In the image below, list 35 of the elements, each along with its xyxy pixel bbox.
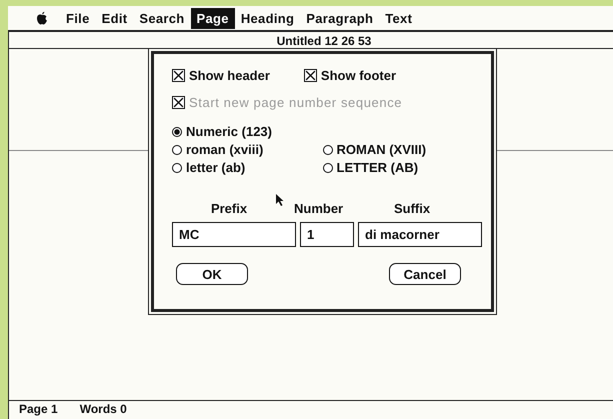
radio-label: Numeric (123)	[186, 124, 272, 139]
window-title: Untitled 12 26 53	[276, 34, 372, 48]
radio-label: letter (ab)	[186, 160, 246, 175]
menu-item[interactable]: Page	[190, 8, 235, 28]
checkbox-label: Show header	[189, 68, 270, 83]
radio-button[interactable]	[172, 144, 182, 154]
radio-button[interactable]	[322, 162, 332, 172]
field-label: Suffix	[392, 201, 432, 216]
menu-item[interactable]: Heading	[234, 8, 300, 28]
checkbox[interactable]	[304, 69, 317, 82]
pointer-cursor-icon	[275, 193, 285, 207]
word-count: Words 0	[80, 402, 127, 416]
radio-button[interactable]	[172, 162, 182, 172]
menu-item[interactable]: File	[60, 8, 96, 28]
field-label: Number	[293, 201, 344, 216]
checkbox-label: Start new page number sequence	[189, 95, 402, 110]
apple-icon[interactable]	[36, 11, 48, 25]
checkbox-label: Show footer	[320, 68, 396, 83]
radio-label: LETTER (AB)	[336, 160, 418, 175]
radio-button[interactable]	[172, 126, 182, 136]
menu-item[interactable]: Search	[133, 8, 191, 28]
dialog-button[interactable]: Cancel	[389, 263, 461, 285]
field-label: Prefix	[210, 201, 248, 216]
radio-button[interactable]	[322, 144, 332, 154]
input-field[interactable]: MC	[172, 222, 296, 247]
page-count: Page 1	[19, 402, 58, 416]
dialog-button[interactable]: OK	[176, 263, 248, 285]
radio-label: ROMAN (XVIII)	[336, 142, 426, 157]
menu-item[interactable]: Edit	[96, 8, 134, 28]
input-field[interactable]: di macorner	[358, 222, 482, 247]
checkbox[interactable]	[172, 69, 185, 82]
menu-item[interactable]: Paragraph	[300, 8, 380, 28]
input-field[interactable]: 1	[300, 222, 354, 247]
menu-item[interactable]: Text	[379, 8, 418, 28]
radio-label: roman (xviii)	[186, 142, 264, 157]
